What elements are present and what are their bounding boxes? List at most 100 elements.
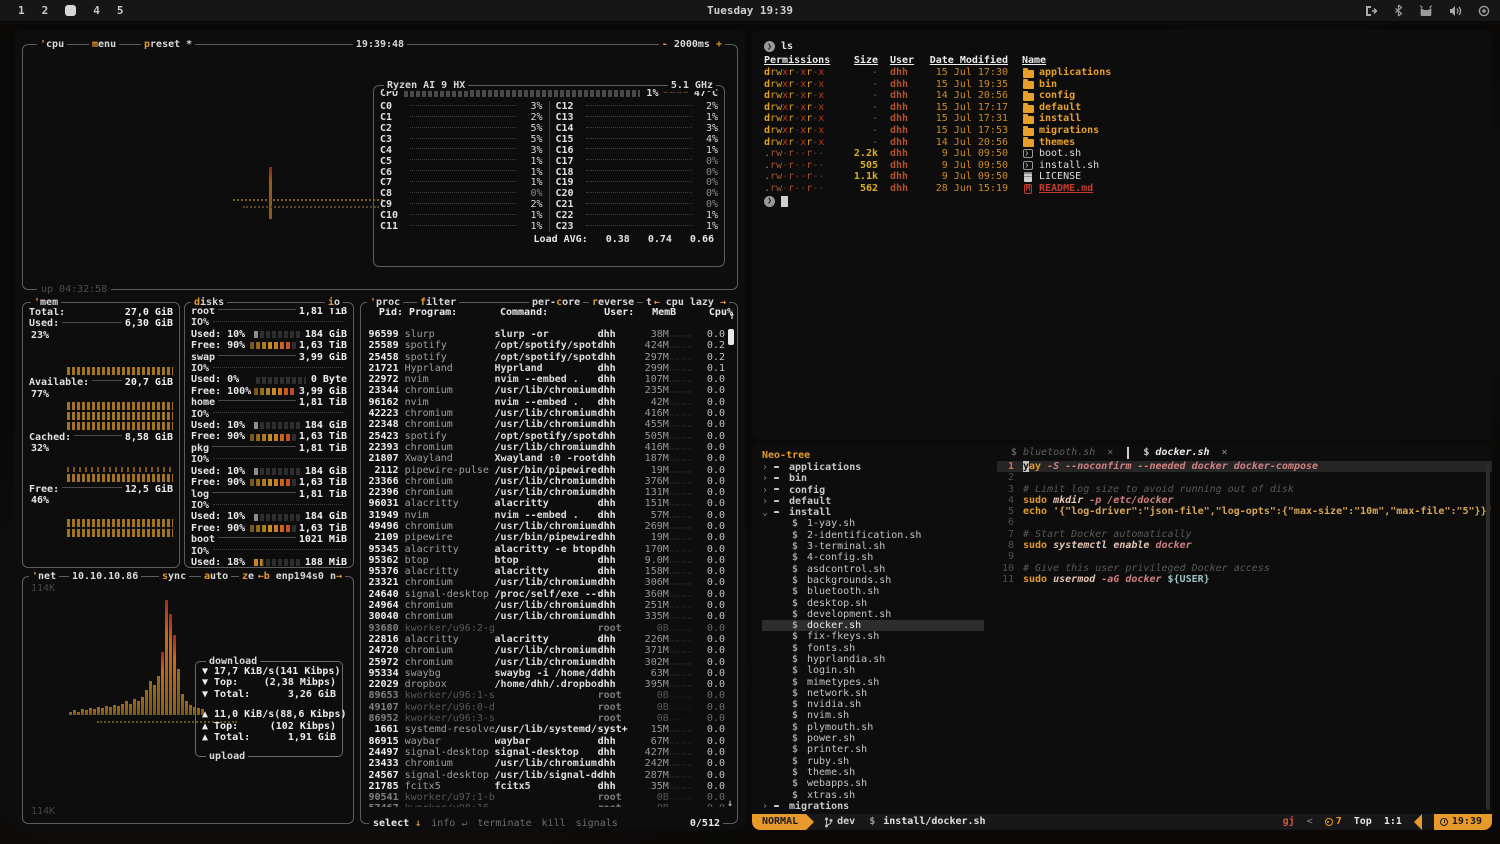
disks-box-title[interactable]: disks <box>191 297 227 308</box>
tree-item-network.sh[interactable]: $network.sh <box>762 688 997 699</box>
process-row[interactable]: 57467kworker/u98:16-broot0B0.0 <box>363 803 725 807</box>
tree-item-theme.sh[interactable]: $theme.sh <box>762 767 997 778</box>
process-row[interactable]: 22816alacrittyalacrittydhh226M0.0 <box>363 634 725 645</box>
prompt-line-2[interactable]: ❯ <box>764 195 1480 208</box>
io-mode-toggle[interactable]: io <box>325 297 343 308</box>
proc-scroll-down-icon[interactable]: ↓ <box>727 798 733 809</box>
tree-item-desktop.sh[interactable]: $desktop.sh <box>762 598 997 609</box>
process-row[interactable]: 24567signal-desktop/usr/lib/signal-dedhh… <box>363 770 725 781</box>
process-row[interactable]: 95376alacrittyalacrittydhh158M0.0 <box>363 566 725 577</box>
select-button[interactable]: select <box>373 818 409 829</box>
tree-item-applications[interactable]: ›applications <box>762 462 997 473</box>
process-row[interactable]: 23366chromium/usr/lib/chromium/dhh376M0.… <box>363 476 725 487</box>
process-row[interactable]: 42223chromium/usr/lib/chromium/dhh416M0.… <box>363 408 725 419</box>
proc-scroll-up-icon[interactable]: ↑ <box>729 311 735 322</box>
process-row[interactable]: 93680kworker/u96:2-gfroot0B0.0 <box>363 623 725 634</box>
signals-button[interactable]: signals <box>576 818 618 829</box>
process-row[interactable]: 96162nvimnvim --embed .dhh42M0.0 <box>363 397 725 408</box>
process-row[interactable]: 90541kworker/u97:1-btroot0B0.0 <box>363 792 725 803</box>
volume-icon[interactable] <box>1449 5 1462 17</box>
process-row[interactable]: 31949nvimnvim --embed .dhh57M0.0 <box>363 510 725 521</box>
process-row[interactable]: 22972nvimnvim --embed .dhh107M0.0 <box>363 374 725 385</box>
tree-item-asdcontrol.sh[interactable]: $asdcontrol.sh <box>762 564 997 575</box>
process-row[interactable]: 1661systemd-resolve/usr/lib/systemd/ssys… <box>363 724 725 735</box>
tree-item-migrations[interactable]: ›migrations <box>762 801 997 812</box>
tree-item-backgrounds.sh[interactable]: $backgrounds.sh <box>762 575 997 586</box>
logout-icon[interactable] <box>1365 5 1378 17</box>
tab-close-icon[interactable]: × <box>1107 447 1113 458</box>
menu-button[interactable]: menu <box>89 39 119 50</box>
tree-item-2-identification.sh[interactable]: $2-identification.sh <box>762 530 997 541</box>
process-row[interactable]: 86952kworker/u96:3-sdroot0B0.0 <box>363 713 725 724</box>
tree-item-development.sh[interactable]: $development.sh <box>762 609 997 620</box>
process-row[interactable]: 21721HyprlandHyprlanddhh299M0.1 <box>363 363 725 374</box>
tree-item-mimetypes.sh[interactable]: $mimetypes.sh <box>762 677 997 688</box>
process-row[interactable]: 95362btopbtopdhh9.0M0.0 <box>363 555 725 566</box>
code-buffer[interactable]: 1yay -S --noconfirm --needed docker dock… <box>997 461 1492 585</box>
proc-percore-toggle[interactable]: per-core <box>529 297 583 308</box>
process-row[interactable]: 24497signal-desktopsignal-desktopdhh427M… <box>363 747 725 758</box>
tree-item-4-config.sh[interactable]: $4-config.sh <box>762 552 997 563</box>
tree-item-nvidia.sh[interactable]: $nvidia.sh <box>762 699 997 710</box>
process-row[interactable]: 2109pipewire/usr/bin/pipewiredhh19M0.0 <box>363 532 725 543</box>
process-row[interactable]: 22029dropbox/home/dhh/.dropboxdhh395M0.0 <box>363 679 725 690</box>
tree-item-ruby.sh[interactable]: $ruby.sh <box>762 756 997 767</box>
tree-item-install[interactable]: ⌄install <box>762 507 997 518</box>
tree-item-1-yay.sh[interactable]: $1-yay.sh <box>762 518 997 529</box>
process-row[interactable]: 96599slurpslurp -ordhh38M0.0 <box>363 329 725 340</box>
process-row[interactable]: 49107kworker/u96:0-dmroot0B0.0 <box>363 702 725 713</box>
process-row[interactable]: 30040chromium/usr/lib/chromium/dhh335M0.… <box>363 611 725 622</box>
process-row[interactable]: 24640signal-desktop/proc/self/exe --tdhh… <box>363 589 725 600</box>
process-row[interactable]: 21807XwaylandXwayland :0 -rootldhh187M0.… <box>363 453 725 464</box>
process-row[interactable]: 22393chromium/usr/lib/chromium/dhh416M0.… <box>363 442 725 453</box>
record-icon[interactable] <box>1478 5 1490 17</box>
tree-item-docker.sh[interactable]: $docker.sh <box>762 620 984 631</box>
process-row[interactable]: 25423spotify/opt/spotify/spotidhh505M0.0 <box>363 431 725 442</box>
process-row[interactable]: 23344chromium/usr/lib/chromium/dhh235M0.… <box>363 385 725 396</box>
process-row[interactable]: 96031alacrittyalacrittydhh151M0.0 <box>363 498 725 509</box>
process-row[interactable]: 25972chromium/usr/lib/chromium/dhh302M0.… <box>363 657 725 668</box>
interval-minus-button[interactable]: - <box>662 39 668 50</box>
proc-sort-switcher[interactable]: ← cpu lazy → <box>651 297 729 308</box>
process-row[interactable]: 25589spotify/opt/spotify/spotidhh424M0.2 <box>363 340 725 351</box>
net-sync-button[interactable]: sync <box>159 571 189 582</box>
tree-item-fix-fkeys.sh[interactable]: $fix-fkeys.sh <box>762 631 997 642</box>
preset-button[interactable]: preset * <box>141 39 195 50</box>
tab-bluetooth.sh[interactable]: $bluetooth.sh× <box>1001 447 1123 458</box>
process-row[interactable]: 95345alacrittyalacritty -e btopdhh170M0.… <box>363 544 725 555</box>
tab-docker.sh[interactable]: $docker.sh× <box>1133 447 1237 458</box>
process-row[interactable]: 24964chromium/usr/lib/chromium/dhh251M0.… <box>363 600 725 611</box>
process-row[interactable]: 89653kworker/u96:1-sdroot0B0.0 <box>363 691 725 702</box>
process-row[interactable]: 2112pipewire-pulse/usr/bin/pipewire-dhh1… <box>363 465 725 476</box>
tree-item-bluetooth.sh[interactable]: $bluetooth.sh <box>762 586 997 597</box>
interval-plus-button[interactable]: + <box>716 39 722 50</box>
process-row[interactable]: 24720chromium/usr/lib/chromium/dhh371M0.… <box>363 645 725 656</box>
tree-item-login.sh[interactable]: $login.sh <box>762 665 997 676</box>
process-row[interactable]: 25458spotify/opt/spotify/spotidhh297M0.2 <box>363 352 725 363</box>
process-row[interactable]: 21785fcitx5fcitx5dhh35M0.0 <box>363 781 725 792</box>
proc-scrollbar[interactable] <box>728 329 734 803</box>
editor-area[interactable]: $bluetooth.sh× $docker.sh× 1yay -S --noco… <box>997 444 1492 814</box>
tree-item-xtras.sh[interactable]: $xtras.sh <box>762 790 997 801</box>
process-row[interactable]: 95334swaybgswaybg -i /home/dhdhh63M0.0 <box>363 668 725 679</box>
net-interface-switcher[interactable]: ←b enp194s0 n→ <box>255 571 345 582</box>
cat-icon[interactable] <box>1419 5 1433 17</box>
process-row[interactable]: 86915waybarwaybardhh67M0.0 <box>363 736 725 747</box>
editor-scrollbar[interactable] <box>1486 464 1490 810</box>
tree-item-fonts.sh[interactable]: $fonts.sh <box>762 643 997 654</box>
kill-button[interactable]: kill <box>542 818 566 829</box>
process-row[interactable]: 23433chromium/usr/lib/chromium/dhh242M0.… <box>363 758 725 769</box>
tree-item-webapps.sh[interactable]: $webapps.sh <box>762 778 997 789</box>
tree-item-config[interactable]: ›config <box>762 485 997 496</box>
tree-item-nvim.sh[interactable]: $nvim.sh <box>762 711 997 722</box>
terminate-button[interactable]: terminate <box>477 818 531 829</box>
info-button[interactable]: info ↵ <box>431 818 467 829</box>
tree-item-power.sh[interactable]: $power.sh <box>762 733 997 744</box>
bluetooth-icon[interactable] <box>1394 4 1403 17</box>
proc-filter-button[interactable]: filter <box>417 297 459 308</box>
proc-reverse-toggle[interactable]: reverse <box>589 297 637 308</box>
tree-item-default[interactable]: ›default <box>762 496 997 507</box>
tree-item-bin[interactable]: ›bin <box>762 473 997 484</box>
process-row[interactable]: 22348chromium/usr/lib/chromium/dhh455M0.… <box>363 419 725 430</box>
process-row[interactable]: 22396chromium/usr/lib/chromium/dhh131M0.… <box>363 487 725 498</box>
